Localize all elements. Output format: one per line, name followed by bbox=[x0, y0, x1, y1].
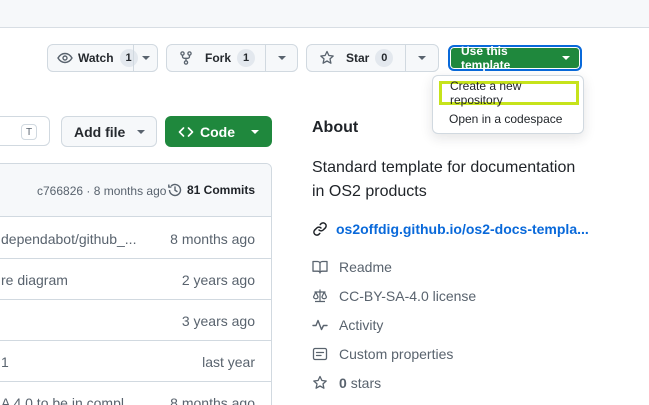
homepage-link[interactable]: os2offdig.github.io/os2-docs-templa... bbox=[312, 221, 589, 237]
latest-commit-bar: c766826 · 8 months ago 81 Commits bbox=[0, 164, 271, 217]
stars-count: 0 bbox=[339, 375, 347, 391]
star-dropdown-toggle[interactable] bbox=[405, 45, 438, 71]
commits-label: 81 Commits bbox=[187, 183, 256, 197]
chevron-down-icon bbox=[418, 56, 427, 60]
fork-count: 1 bbox=[237, 49, 256, 67]
star-icon bbox=[312, 375, 328, 391]
menu-item-open-codespace[interactable]: Open in a codespace bbox=[433, 112, 583, 126]
fork-icon bbox=[178, 50, 194, 66]
commits-link[interactable]: 81 Commits bbox=[167, 182, 255, 198]
keyboard-shortcut-hint: T bbox=[21, 124, 37, 140]
about-description: Standard template for documentation in O… bbox=[312, 159, 576, 200]
note-icon bbox=[312, 346, 328, 362]
menu-item-create-repository[interactable]: Create a new repository bbox=[439, 79, 579, 107]
chevron-down-icon bbox=[562, 56, 570, 60]
chevron-down-icon bbox=[277, 56, 286, 60]
table-row[interactable]: re diagram 2 years ago bbox=[0, 259, 271, 300]
homepage-link-text[interactable]: os2offdig.github.io/os2-docs-templa... bbox=[336, 221, 589, 237]
add-file-button[interactable]: Add file bbox=[61, 116, 157, 147]
go-to-file-input[interactable]: T bbox=[0, 116, 50, 146]
table-row[interactable]: dependabot/github_... 8 months ago bbox=[0, 218, 271, 259]
eye-icon bbox=[57, 50, 73, 66]
commit-time: 3 years ago bbox=[181, 313, 255, 329]
custom-properties-label: Custom properties bbox=[339, 346, 454, 362]
license-link[interactable]: CC-BY-SA-4.0 license bbox=[312, 288, 476, 304]
latest-commit-info[interactable]: c766826 · 8 months ago bbox=[37, 184, 166, 198]
table-row[interactable]: A 4.0 to be in compl... 8 months ago bbox=[0, 382, 271, 405]
commit-time: 2 years ago bbox=[181, 272, 255, 288]
watch-dropdown-toggle[interactable] bbox=[133, 45, 157, 71]
chevron-down-icon bbox=[137, 129, 146, 134]
activity-label: Activity bbox=[339, 317, 384, 333]
fork-dropdown-toggle[interactable] bbox=[265, 45, 297, 71]
readme-label: Readme bbox=[339, 259, 392, 275]
commit-message[interactable]: re diagram bbox=[1, 272, 68, 288]
fork-label: Fork bbox=[205, 51, 232, 65]
book-icon bbox=[312, 259, 328, 275]
use-template-button[interactable]: Use this template bbox=[448, 44, 582, 72]
file-list: c766826 · 8 months ago 81 Commits depend… bbox=[0, 163, 272, 405]
commit-message[interactable]: dependabot/github_... bbox=[1, 231, 136, 247]
pulse-icon bbox=[312, 317, 328, 333]
history-icon bbox=[167, 182, 187, 198]
commit-message[interactable]: A 4.0 to be in compl... bbox=[1, 395, 136, 405]
license-label: CC-BY-SA-4.0 license bbox=[339, 288, 477, 304]
add-file-label: Add file bbox=[74, 123, 126, 140]
use-template-label: Use this template bbox=[461, 44, 511, 72]
star-label: Star bbox=[346, 51, 370, 65]
watch-label: Watch bbox=[78, 51, 114, 65]
commit-time: 8 months ago bbox=[170, 395, 255, 405]
commit-time: 8 months ago bbox=[170, 231, 255, 247]
law-icon bbox=[312, 288, 328, 304]
top-bar bbox=[0, 0, 649, 28]
star-button[interactable]: Star 0 bbox=[306, 44, 439, 72]
fork-button[interactable]: Fork 1 bbox=[166, 44, 298, 72]
custom-properties-link[interactable]: Custom properties bbox=[312, 346, 453, 362]
star-count: 0 bbox=[375, 49, 394, 67]
code-label: Code bbox=[200, 123, 235, 140]
star-icon bbox=[319, 50, 335, 66]
activity-link[interactable]: Activity bbox=[312, 317, 383, 333]
chevron-down-icon bbox=[141, 56, 150, 60]
commit-time: last year bbox=[202, 354, 255, 370]
template-dropdown-menu: Create a new repository Open in a codesp… bbox=[432, 75, 584, 134]
code-button[interactable]: Code bbox=[165, 116, 272, 147]
stars-link[interactable]: 0 stars bbox=[312, 375, 381, 391]
table-row[interactable]: 1 last year bbox=[0, 341, 271, 382]
chevron-down-icon bbox=[251, 129, 259, 134]
link-icon bbox=[312, 221, 336, 237]
stars-label: stars bbox=[350, 375, 382, 391]
table-row[interactable]: 3 years ago bbox=[0, 300, 271, 341]
readme-link[interactable]: Readme bbox=[312, 259, 392, 275]
watch-button[interactable]: Watch 1 bbox=[47, 44, 158, 72]
code-icon bbox=[178, 124, 194, 140]
commit-message[interactable]: 1 bbox=[1, 354, 9, 370]
about-heading: About bbox=[312, 119, 359, 136]
